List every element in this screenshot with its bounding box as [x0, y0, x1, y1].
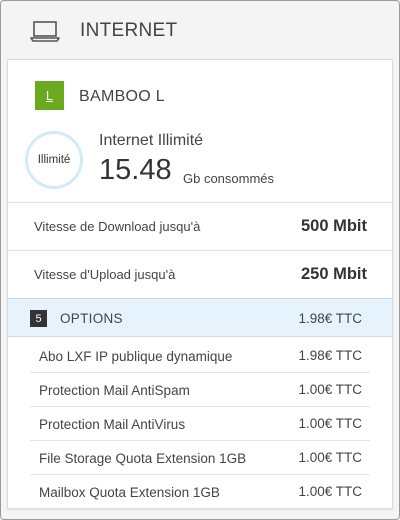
options-label: OPTIONS: [60, 311, 123, 326]
option-name: Protection Mail AntiVirus: [39, 417, 186, 432]
option-row: Protection Mail AntiVirus 1.00€ TTC: [30, 407, 370, 441]
options-total: 1.98€ TTC: [298, 311, 362, 326]
upload-speed-label: Vitesse d'Upload jusqu'à: [34, 267, 176, 282]
usage-ring-label: Illimité: [37, 154, 71, 166]
download-speed-label: Vitesse de Download jusqu'à: [34, 219, 201, 234]
usage-ring: Illimité: [25, 131, 83, 189]
option-name: File Storage Quota Extension 1GB: [39, 451, 247, 466]
laptop-icon: [30, 21, 60, 42]
usage-unit: Gb consommés: [183, 171, 275, 186]
internet-panel: INTERNET L BAMBOO L Illimité Internet Il…: [0, 0, 400, 520]
plan-badge-letter: L: [45, 87, 54, 103]
upload-speed-value: 250 Mbit: [300, 265, 367, 283]
option-price: 1.00€ TTC: [298, 484, 362, 499]
panel-header: INTERNET: [2, 2, 400, 58]
plan-card: L BAMBOO L Illimité Internet Illimité 15…: [7, 59, 393, 509]
usage-value: 15.48: [99, 154, 172, 186]
option-row: Abo LXF IP publique dynamique 1.98€ TTC: [30, 339, 370, 373]
download-speed-value: 500 Mbit: [300, 217, 367, 235]
option-price: 1.00€ TTC: [298, 382, 362, 397]
option-row: File Storage Quota Extension 1GB 1.00€ T…: [30, 441, 370, 475]
plan-name: BAMBOO L: [79, 88, 165, 105]
usage-title: Internet Illimité: [99, 132, 204, 149]
option-name: Abo LXF IP publique dynamique: [39, 349, 233, 364]
upload-speed-row: Vitesse d'Upload jusqu'à 250 Mbit: [8, 250, 392, 298]
options-count-badge: 5: [30, 310, 47, 327]
option-row: Protection Mail AntiSpam 1.00€ TTC: [30, 373, 370, 407]
plan-badge: L: [35, 81, 64, 110]
option-price: 1.00€ TTC: [298, 450, 362, 465]
download-speed-row: Vitesse de Download jusqu'à 500 Mbit: [8, 202, 392, 250]
option-name: Protection Mail AntiSpam: [39, 383, 190, 398]
option-price: 1.98€ TTC: [298, 348, 362, 363]
options-header[interactable]: 5 OPTIONS 1.98€ TTC: [8, 298, 392, 337]
option-row: Mailbox Quota Extension 1GB 1.00€ TTC: [30, 475, 370, 509]
page-title: INTERNET: [80, 20, 178, 41]
option-name: Mailbox Quota Extension 1GB: [39, 485, 220, 500]
option-price: 1.00€ TTC: [298, 416, 362, 431]
